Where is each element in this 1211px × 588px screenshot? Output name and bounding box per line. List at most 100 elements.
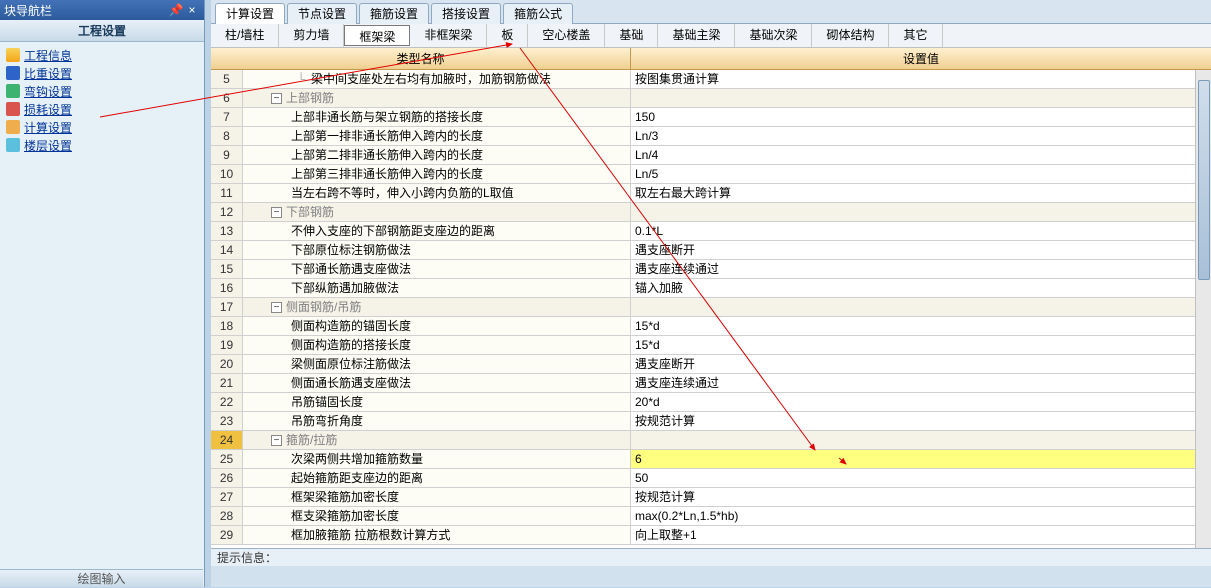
sub-tab-0[interactable]: 柱/墙柱 <box>211 24 279 47</box>
sub-tab-5[interactable]: 空心楼盖 <box>528 24 605 47</box>
ic-floor-icon <box>6 138 20 152</box>
table-row[interactable]: 21侧面通长筋遇支座做法遇支座连续通过 <box>211 374 1211 393</box>
value-cell[interactable]: 按规范计算 <box>631 488 1211 506</box>
table-row[interactable]: 25次梁两侧共增加箍筋数量6 <box>211 450 1211 469</box>
nav-item-0[interactable]: 工程信息 <box>6 46 198 64</box>
value-cell[interactable]: 取左右最大跨计算 <box>631 184 1211 202</box>
value-cell[interactable]: 50 <box>631 469 1211 487</box>
table-row[interactable]: 8上部第一排非通长筋伸入跨内的长度Ln/3 <box>211 127 1211 146</box>
grid-header-col1: 类型名称 <box>211 48 631 69</box>
sub-tab-2[interactable]: 框架梁 <box>344 25 410 46</box>
table-row[interactable]: 24−箍筋/拉筋 <box>211 431 1211 450</box>
row-number: 17 <box>211 298 243 316</box>
collapse-toggle-icon[interactable]: − <box>271 93 282 104</box>
table-row[interactable]: 10上部第三排非通长筋伸入跨内的长度Ln/5 <box>211 165 1211 184</box>
pin-icon[interactable]: 📌 <box>168 3 184 17</box>
value-cell[interactable]: 6 <box>631 450 1211 468</box>
value-cell[interactable]: 遇支座断开 <box>631 355 1211 373</box>
value-cell[interactable] <box>631 431 1211 449</box>
table-row[interactable]: 14下部原位标注钢筋做法遇支座断开 <box>211 241 1211 260</box>
top-tab-2[interactable]: 箍筋设置 <box>359 3 429 24</box>
value-cell[interactable]: 遇支座连续通过 <box>631 374 1211 392</box>
sub-tab-6[interactable]: 基础 <box>605 24 658 47</box>
table-row[interactable]: 15下部通长筋遇支座做法遇支座连续通过 <box>211 260 1211 279</box>
value-cell[interactable]: 向上取整+1 <box>631 526 1211 544</box>
value-cell[interactable] <box>631 203 1211 221</box>
sub-tab-10[interactable]: 其它 <box>889 24 942 47</box>
type-name-cell: −侧面钢筋/吊筋 <box>243 298 631 316</box>
table-row[interactable]: 13不伸入支座的下部钢筋距支座边的距离0.1*L <box>211 222 1211 241</box>
table-row[interactable]: 17−侧面钢筋/吊筋 <box>211 298 1211 317</box>
type-name-cell: 吊筋弯折角度 <box>243 412 631 430</box>
value-cell[interactable]: 0.1*L <box>631 222 1211 240</box>
collapse-toggle-icon[interactable]: − <box>271 435 282 446</box>
table-row[interactable]: 16下部纵筋遇加腋做法锚入加腋 <box>211 279 1211 298</box>
nav-item-4[interactable]: 计算设置 <box>6 118 198 136</box>
nav-item-label: 工程信息 <box>24 47 72 64</box>
nav-item-5[interactable]: 楼层设置 <box>6 136 198 154</box>
sub-tab-9[interactable]: 砌体结构 <box>812 24 889 47</box>
table-row[interactable]: 5└梁中间支座处左右均有加腋时，加筋钢筋做法按图集贯通计算 <box>211 70 1211 89</box>
sub-tab-3[interactable]: 非框架梁 <box>410 24 487 47</box>
value-cell[interactable] <box>631 89 1211 107</box>
table-row[interactable]: 11当左右跨不等时，伸入小跨内负筋的L取值取左右最大跨计算 <box>211 184 1211 203</box>
table-row[interactable]: 22吊筋锚固长度20*d <box>211 393 1211 412</box>
row-number: 20 <box>211 355 243 373</box>
value-cell[interactable]: 150 <box>631 108 1211 126</box>
type-name-cell: 框支梁箍筋加密长度 <box>243 507 631 525</box>
sub-tab-1[interactable]: 剪力墙 <box>279 24 344 47</box>
table-row[interactable]: 26起始箍筋距支座边的距离50 <box>211 469 1211 488</box>
value-cell[interactable]: 20*d <box>631 393 1211 411</box>
value-cell[interactable] <box>631 298 1211 316</box>
value-cell[interactable]: 15*d <box>631 317 1211 335</box>
value-cell[interactable]: Ln/5 <box>631 165 1211 183</box>
table-row[interactable]: 12−下部钢筋 <box>211 203 1211 222</box>
type-name-cell: −上部钢筋 <box>243 89 631 107</box>
row-label: 梁侧面原位标注筋做法 <box>291 355 411 373</box>
table-row[interactable]: 7上部非通长筋与架立钢筋的搭接长度150 <box>211 108 1211 127</box>
value-cell[interactable]: Ln/4 <box>631 146 1211 164</box>
collapse-toggle-icon[interactable]: − <box>271 302 282 313</box>
value-cell[interactable]: 遇支座连续通过 <box>631 260 1211 278</box>
panel-footer[interactable]: 绘图输入 <box>0 569 203 587</box>
top-tab-0[interactable]: 计算设置 <box>215 3 285 24</box>
row-number: 28 <box>211 507 243 525</box>
value-cell[interactable]: 15*d <box>631 336 1211 354</box>
close-icon[interactable]: × <box>184 3 200 17</box>
type-name-cell: 框架梁箍筋加密长度 <box>243 488 631 506</box>
collapse-toggle-icon[interactable]: − <box>271 207 282 218</box>
value-cell[interactable]: max(0.2*Ln,1.5*hb) <box>631 507 1211 525</box>
table-row[interactable]: 27框架梁箍筋加密长度按规范计算 <box>211 488 1211 507</box>
table-row[interactable]: 20 梁侧面原位标注筋做法 遇支座断开 <box>211 355 1211 374</box>
table-row[interactable]: 28框支梁箍筋加密长度max(0.2*Ln,1.5*hb) <box>211 507 1211 526</box>
type-name-cell: └梁中间支座处左右均有加腋时，加筋钢筋做法 <box>243 70 631 88</box>
table-row[interactable]: 9上部第二排非通长筋伸入跨内的长度Ln/4 <box>211 146 1211 165</box>
grid-body[interactable]: 5└梁中间支座处左右均有加腋时，加筋钢筋做法按图集贯通计算6−上部钢筋7上部非通… <box>211 70 1211 548</box>
row-label: 下部纵筋遇加腋做法 <box>291 279 399 297</box>
value-cell[interactable]: 按图集贯通计算 <box>631 70 1211 88</box>
value-cell[interactable]: 锚入加腋 <box>631 279 1211 297</box>
nav-item-label: 比重设置 <box>24 65 72 82</box>
scrollbar-track[interactable] <box>1195 70 1211 548</box>
table-row[interactable]: 19侧面构造筋的搭接长度15*d <box>211 336 1211 355</box>
table-row[interactable]: 23吊筋弯折角度按规范计算 <box>211 412 1211 431</box>
value-cell[interactable]: 遇支座断开 <box>631 241 1211 259</box>
nav-item-3[interactable]: 损耗设置 <box>6 100 198 118</box>
sub-tab-7[interactable]: 基础主梁 <box>658 24 735 47</box>
table-row[interactable]: 18侧面构造筋的锚固长度15*d <box>211 317 1211 336</box>
scrollbar-thumb[interactable] <box>1198 80 1210 280</box>
top-tab-3[interactable]: 搭接设置 <box>431 3 501 24</box>
row-number: 23 <box>211 412 243 430</box>
top-tab-1[interactable]: 节点设置 <box>287 3 357 24</box>
row-label: 侧面构造筋的锚固长度 <box>291 317 411 335</box>
value-cell[interactable]: 按规范计算 <box>631 412 1211 430</box>
table-row[interactable]: 29框加腋箍筋 拉筋根数计算方式向上取整+1 <box>211 526 1211 545</box>
value-cell[interactable]: Ln/3 <box>631 127 1211 145</box>
top-tab-4[interactable]: 箍筋公式 <box>503 3 573 24</box>
sub-tab-4[interactable]: 板 <box>487 24 528 47</box>
nav-item-1[interactable]: 比重设置 <box>6 64 198 82</box>
table-row[interactable]: 6−上部钢筋 <box>211 89 1211 108</box>
sub-tab-8[interactable]: 基础次梁 <box>735 24 812 47</box>
row-number: 19 <box>211 336 243 354</box>
nav-item-2[interactable]: 弯钩设置 <box>6 82 198 100</box>
